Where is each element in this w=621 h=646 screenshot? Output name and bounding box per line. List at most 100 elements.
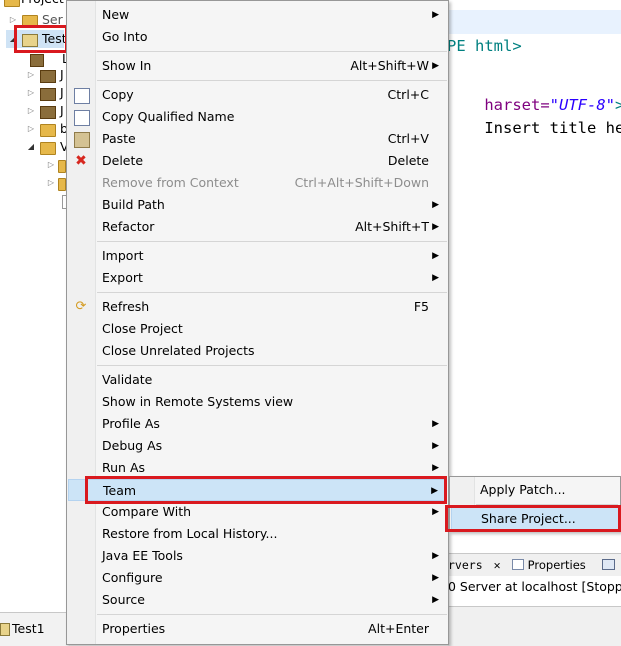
menu-item-shortcut: F5: [413, 299, 429, 314]
menu-item-shortcut: Alt+Enter: [368, 621, 429, 636]
menu-item-show-in[interactable]: Show In Alt+Shift+W ▶: [68, 55, 447, 77]
menu-separator: [97, 292, 447, 293]
collapse-arrow-icon[interactable]: ◢: [26, 142, 36, 152]
menu-item-label: Paste: [102, 131, 136, 146]
menu-separator: [97, 80, 447, 81]
menu-separator: [97, 241, 447, 242]
menu-item-paste[interactable]: Paste Ctrl+V: [68, 128, 447, 150]
server-row[interactable]: 0 Server at localhost [Stoppe: [448, 577, 621, 597]
refresh-icon: ⟳: [75, 299, 87, 314]
menu-item-export[interactable]: Export ▶: [68, 267, 447, 289]
menu-item-debug-as[interactable]: Debug As ▶: [68, 435, 447, 457]
menu-item-label: Validate: [102, 372, 153, 387]
menu-item-label: Close Unrelated Projects: [102, 343, 255, 358]
menu-item-show-in-remote-systems[interactable]: Show in Remote Systems view: [68, 391, 447, 413]
menu-item-label: Team: [103, 483, 137, 498]
tab-console[interactable]: [602, 558, 615, 572]
tree-label: J: [60, 67, 64, 82]
expand-arrow-icon[interactable]: ▷: [26, 124, 36, 134]
expand-arrow-icon[interactable]: ▷: [26, 88, 36, 98]
open-folder-icon: [40, 142, 56, 155]
menu-item-label: Java EE Tools: [102, 548, 183, 563]
jar-icon: [40, 88, 56, 101]
code-line-title: Insert title here<: [447, 101, 621, 155]
expand-arrow-icon[interactable]: ▷: [26, 70, 36, 80]
submenu-arrow-icon: ▶: [431, 486, 438, 496]
submenu-arrow-icon: ▶: [432, 595, 439, 605]
menu-item-refresh[interactable]: ⟳ Refresh F5: [68, 296, 447, 318]
tab-servers[interactable]: rvers ✕: [448, 558, 501, 572]
menu-item-label: Refactor: [102, 219, 155, 234]
menu-item-source[interactable]: Source ▶: [68, 589, 447, 611]
menu-item-remove-from-context[interactable]: Remove from Context Ctrl+Alt+Shift+Down: [68, 172, 447, 194]
bottom-panel-tabs: rvers ✕ Properties: [448, 553, 621, 576]
menu-item-label: Properties: [102, 621, 166, 636]
menu-item-go-into[interactable]: Go Into: [68, 26, 447, 48]
menu-item-compare-with[interactable]: Compare With ▶: [68, 501, 447, 523]
menu-item-new[interactable]: New ▶: [68, 4, 447, 26]
menu-item-shortcut: Alt+Shift+W: [350, 58, 429, 73]
menu-item-label: Go Into: [102, 29, 148, 44]
submenu-arrow-icon: ▶: [432, 463, 439, 473]
tab-properties[interactable]: Properties: [512, 558, 586, 572]
context-menu: New ▶ Go Into Show In Alt+Shift+W ▶ Copy…: [66, 0, 449, 645]
submenu-arrow-icon: ▶: [432, 507, 439, 517]
menu-item-run-as[interactable]: Run As ▶: [68, 457, 447, 479]
submenu-separator: [476, 504, 618, 505]
project-explorer: Project ▷ Ser ◢ Test L ▷ J ▷ J ▷ J ▷ b ◢…: [0, 0, 69, 606]
menu-item-label: Build Path: [102, 197, 165, 212]
menu-item-copy-qualified-name[interactable]: Copy Qualified Name: [68, 106, 447, 128]
menu-item-profile-as[interactable]: Profile As ▶: [68, 413, 447, 435]
menu-item-validate[interactable]: Validate: [68, 369, 447, 391]
menu-item-shortcut: Ctrl+V: [387, 131, 429, 146]
submenu-arrow-icon: ▶: [432, 251, 439, 261]
menu-item-close-unrelated-projects[interactable]: Close Unrelated Projects: [68, 340, 447, 362]
menu-item-delete[interactable]: ✖ Delete Delete: [68, 150, 447, 172]
folder-icon: [40, 124, 56, 137]
expand-arrow-icon[interactable]: ▷: [8, 15, 18, 25]
expand-arrow-icon[interactable]: ▷: [46, 178, 56, 188]
submenu-arrow-icon: ▶: [432, 61, 439, 71]
submenu-arrow-icon: ▶: [432, 419, 439, 429]
expand-arrow-icon[interactable]: ▷: [26, 106, 36, 116]
submenu-item-share-project[interactable]: Share Project...: [451, 506, 620, 530]
menu-item-label: Delete: [102, 153, 144, 168]
status-strip: [448, 606, 621, 646]
menu-item-label: Profile As: [102, 416, 160, 431]
menu-item-restore-from-local-history[interactable]: Restore from Local History...: [68, 523, 447, 545]
menu-item-label: Remove from Context: [102, 175, 239, 190]
expand-arrow-icon[interactable]: ▷: [46, 160, 56, 170]
submenu-arrow-icon: ▶: [432, 273, 439, 283]
menu-item-close-project[interactable]: Close Project: [68, 318, 447, 340]
menu-item-build-path[interactable]: Build Path ▶: [68, 194, 447, 216]
tree-label: J: [60, 85, 64, 100]
close-icon[interactable]: ✕: [494, 558, 501, 572]
menu-item-import[interactable]: Import ▶: [68, 245, 447, 267]
submenu-arrow-icon: ▶: [432, 200, 439, 210]
menu-item-team[interactable]: Team ▶: [68, 479, 447, 501]
menu-item-label: Show In: [102, 58, 152, 73]
menu-item-label: Restore from Local History...: [102, 526, 278, 541]
copy-qualified-icon: [74, 110, 90, 126]
menu-item-copy[interactable]: Copy Ctrl+C: [68, 84, 447, 106]
tab-servers-label: rvers: [448, 558, 483, 572]
menu-item-refactor[interactable]: Refactor Alt+Shift+T ▶: [68, 216, 447, 238]
editor-tab-test1[interactable]: Test1: [0, 612, 70, 646]
delete-icon: ✖: [75, 153, 87, 169]
annotation-box-test: [14, 25, 68, 53]
menu-item-label: Close Project: [102, 321, 183, 336]
copy-icon: [74, 88, 90, 104]
menu-item-label: Export: [102, 270, 143, 285]
submenu-item-apply-patch[interactable]: Apply Patch...: [451, 478, 620, 502]
doctype-text: PE html>: [447, 37, 522, 55]
menu-item-properties[interactable]: Properties Alt+Enter: [68, 618, 447, 640]
menu-item-configure[interactable]: Configure ▶: [68, 567, 447, 589]
menu-item-shortcut: Alt+Shift+T: [355, 219, 429, 234]
folder-icon: [4, 0, 20, 7]
menu-item-shortcut: Delete: [387, 153, 429, 168]
menu-item-label: Show in Remote Systems view: [102, 394, 294, 409]
file-tab-icon: [0, 623, 10, 636]
folder-icon: [58, 178, 66, 191]
menu-item-label: New: [102, 7, 130, 22]
menu-item-java-ee-tools[interactable]: Java EE Tools ▶: [68, 545, 447, 567]
